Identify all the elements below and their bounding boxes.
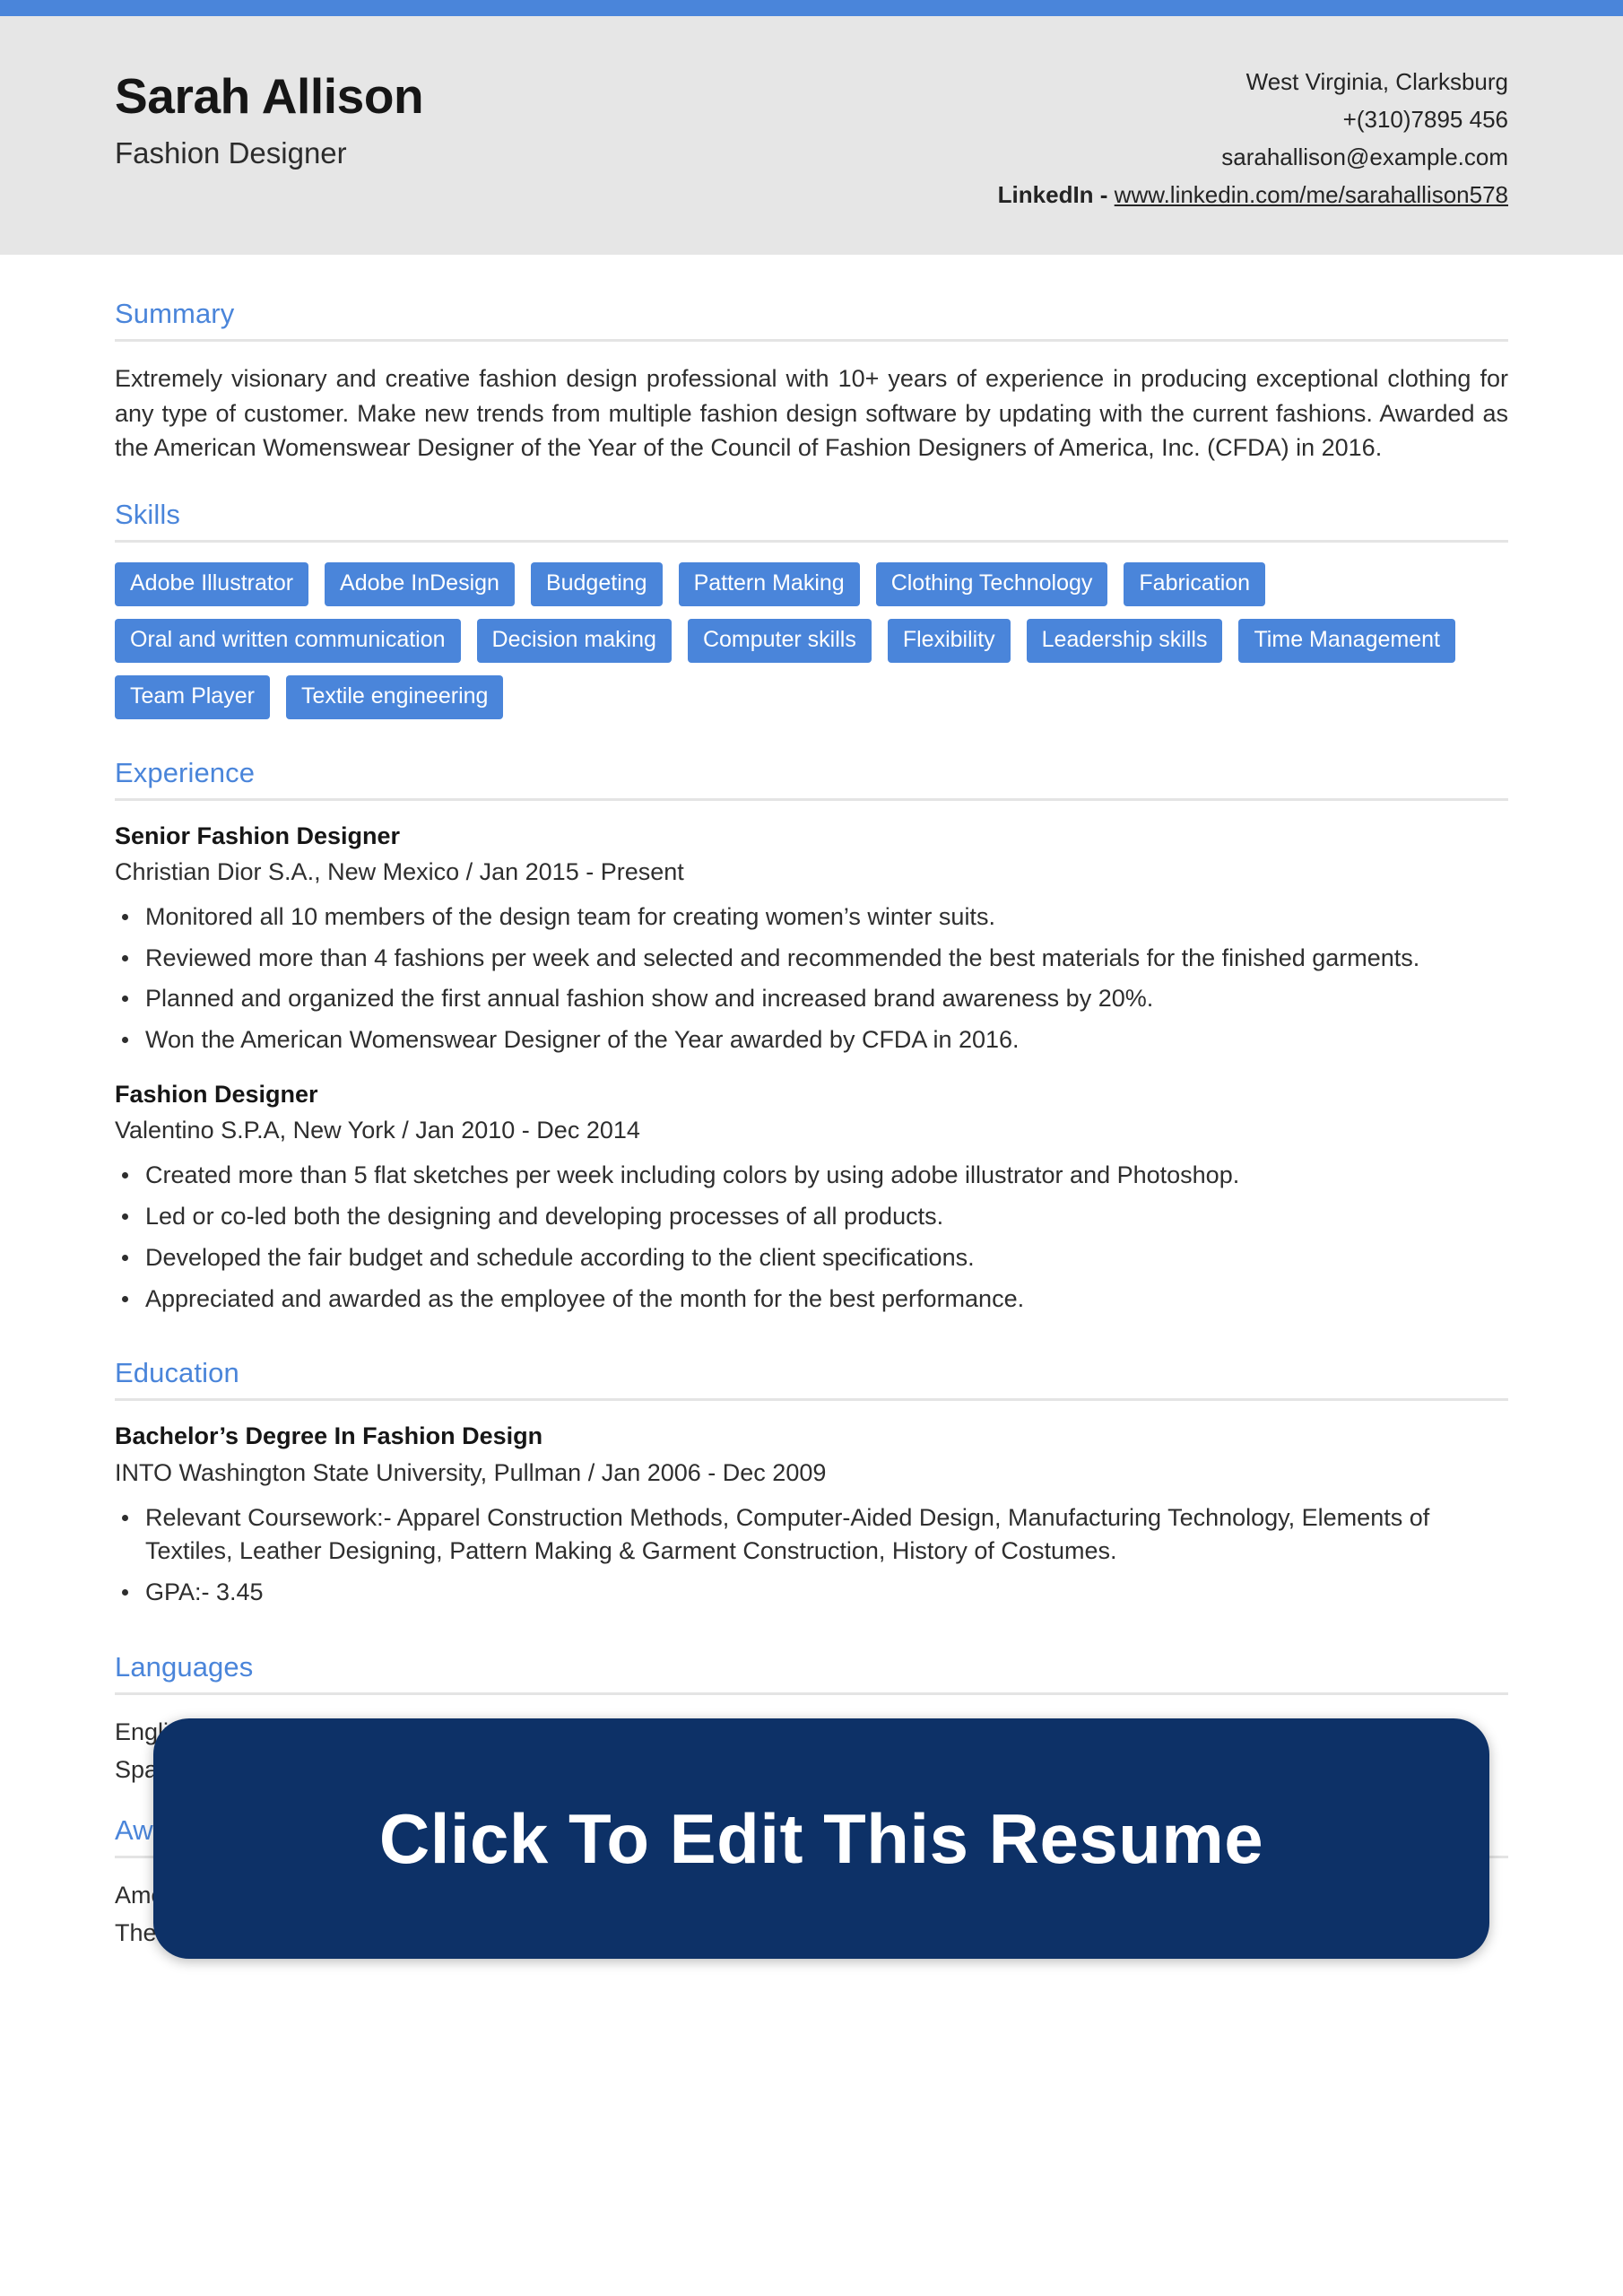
contact-block: West Virginia, Clarksburg +(310)7895 456…	[998, 56, 1508, 213]
contact-location: West Virginia, Clarksburg	[1245, 68, 1508, 95]
entry-bullet: Relevant Coursework:- Apparel Constructi…	[115, 1501, 1508, 1570]
skill-tag: Leadership skills	[1026, 619, 1223, 663]
candidate-job-title: Fashion Designer	[115, 136, 347, 170]
section-divider	[115, 797, 1508, 801]
entry-title: Bachelor’s Degree In Fashion Design	[115, 1422, 543, 1450]
resume-header: Sarah Allison Fashion Designer West Virg…	[0, 16, 1623, 256]
skill-tag: Flexibility	[887, 619, 1011, 663]
skill-tag: Clothing Technology	[875, 562, 1108, 607]
section-heading-education: Education	[115, 1357, 239, 1389]
summary-text: Extremely visionary and creative fashion…	[115, 365, 1508, 462]
entry-bullet: Won the American Womenswear Designer of …	[115, 1023, 1508, 1057]
section-heading-experience: Experience	[115, 756, 256, 788]
section-divider	[115, 339, 1508, 343]
contact-linkedin[interactable]: LinkedIn - www.linkedin.com/me/sarahalli…	[998, 176, 1508, 213]
skill-tag: Computer skills	[687, 619, 872, 663]
section-heading-summary: Summary	[115, 298, 235, 330]
contact-email[interactable]: sarahallison@example.com	[998, 138, 1508, 176]
top-accent-bar	[0, 0, 1623, 16]
section-divider	[115, 540, 1508, 544]
entry-bullet: Developed the fair budget and schedule a…	[115, 1241, 1508, 1275]
skill-tag: Adobe InDesign	[325, 562, 515, 607]
section-experience: Experience Senior Fashion Designer Christ…	[115, 757, 1508, 1317]
section-divider	[115, 1692, 1508, 1695]
entry-title: Senior Fashion Designer	[115, 822, 401, 849]
skill-tag: Pattern Making	[678, 562, 860, 607]
skill-tag: Fabrication	[1124, 562, 1266, 607]
contact-phone[interactable]: +(310)7895 456	[998, 100, 1508, 138]
entry-bullet: GPA:- 3.45	[115, 1576, 1508, 1610]
resume-entry: Senior Fashion Designer Christian Dior S.…	[115, 821, 1508, 1057]
edit-resume-cta-label: Click To Edit This Resume	[378, 1799, 1264, 1878]
edit-resume-cta-button[interactable]: Click To Edit This Resume	[153, 1718, 1489, 1959]
entry-meta: Valentino S.P.A, New York / Jan 2010 - D…	[115, 1117, 640, 1144]
linkedin-url[interactable]: www.linkedin.com/me/sarahallison578	[1115, 181, 1508, 208]
resume-entry: Fashion Designer Valentino S.P.A, New Yor…	[115, 1079, 1508, 1316]
candidate-name: Sarah Allison	[115, 68, 424, 124]
skill-tag-list: Adobe Illustrator Adobe InDesign Budgeting…	[115, 562, 1508, 749]
entry-title: Fashion Designer	[115, 1081, 318, 1109]
linkedin-label: LinkedIn -	[997, 181, 1115, 209]
section-heading-languages: Languages	[115, 1651, 254, 1683]
entry-bullet: Appreciated and awarded as the employee …	[115, 1283, 1508, 1317]
entry-bullet-list: Created more than 5 flat sketches per we…	[115, 1159, 1508, 1316]
section-heading-skills: Skills	[115, 499, 180, 531]
section-skills: Skills Adobe Illustrator Adobe InDesign Bu…	[115, 499, 1508, 749]
skill-tag: Textile engineering	[285, 674, 504, 719]
entry-bullet-list: Relevant Coursework:- Apparel Constructi…	[115, 1501, 1508, 1610]
section-education: Education Bachelor’s Degree In Fashion D…	[115, 1357, 1508, 1610]
entry-meta: Christian Dior S.A., New Mexico / Jan 20…	[115, 857, 684, 885]
experience-entry-list: Senior Fashion Designer Christian Dior S.…	[115, 821, 1508, 1317]
entry-bullet: Created more than 5 flat sketches per we…	[115, 1159, 1508, 1193]
skill-tag: Budgeting	[530, 562, 663, 607]
skill-tag: Oral and written communication	[115, 619, 461, 663]
section-summary: Summary Extremely visionary and creative…	[115, 298, 1508, 491]
skill-tag: Time Management	[1238, 619, 1455, 663]
entry-bullet: Led or co-led both the designing and dev…	[115, 1200, 1508, 1234]
skill-tag: Adobe Illustrator	[115, 562, 309, 607]
entry-bullet: Planned and organized the first annual f…	[115, 982, 1508, 1016]
resume-entry: Bachelor’s Degree In Fashion Design INTO …	[115, 1421, 1508, 1610]
entry-bullet: Monitored all 10 members of the design t…	[115, 900, 1508, 935]
skill-tag: Decision making	[476, 619, 672, 663]
skill-tag: Team Player	[115, 674, 270, 719]
resume-content: Summary Extremely visionary and creative…	[0, 255, 1623, 1950]
entry-bullet-list: Monitored all 10 members of the design t…	[115, 900, 1508, 1057]
education-entry-list: Bachelor’s Degree In Fashion Design INTO …	[115, 1421, 1508, 1610]
identity-block: Sarah Allison Fashion Designer	[115, 56, 424, 170]
entry-bullet: Reviewed more than 4 fashions per week a…	[115, 942, 1508, 976]
section-divider	[115, 1398, 1508, 1402]
entry-meta: INTO Washington State University, Pullma…	[115, 1458, 827, 1486]
resume-page: Sarah Allison Fashion Designer West Virg…	[0, 0, 1623, 2296]
